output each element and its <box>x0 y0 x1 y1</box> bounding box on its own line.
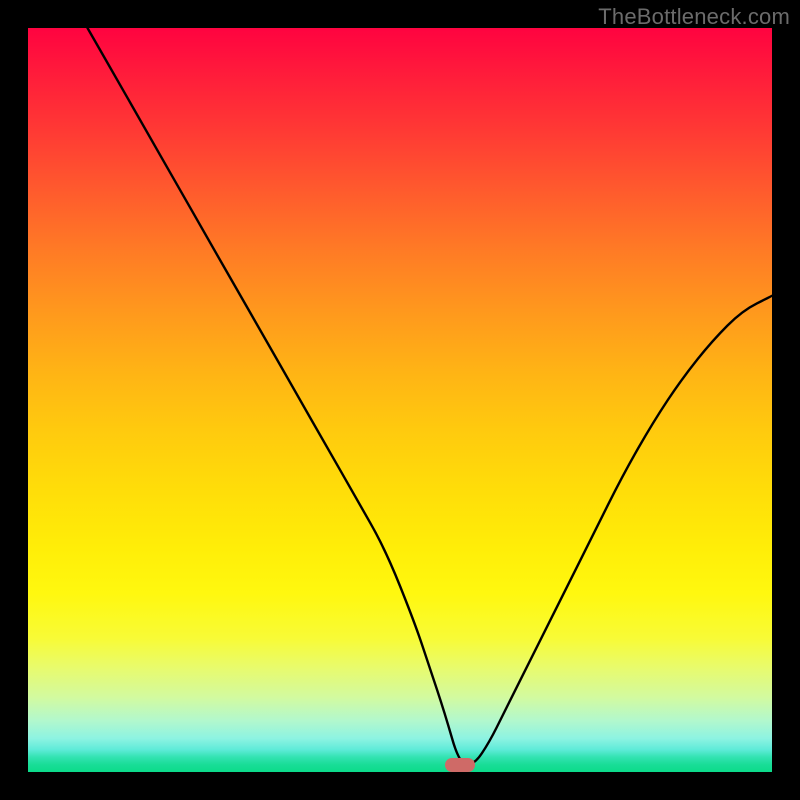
curve-svg <box>28 28 772 772</box>
plot-area <box>28 28 772 772</box>
optimum-marker <box>445 758 475 772</box>
chart-frame: TheBottleneck.com <box>0 0 800 800</box>
bottleneck-curve-path <box>88 28 773 765</box>
watermark-text: TheBottleneck.com <box>598 4 790 30</box>
